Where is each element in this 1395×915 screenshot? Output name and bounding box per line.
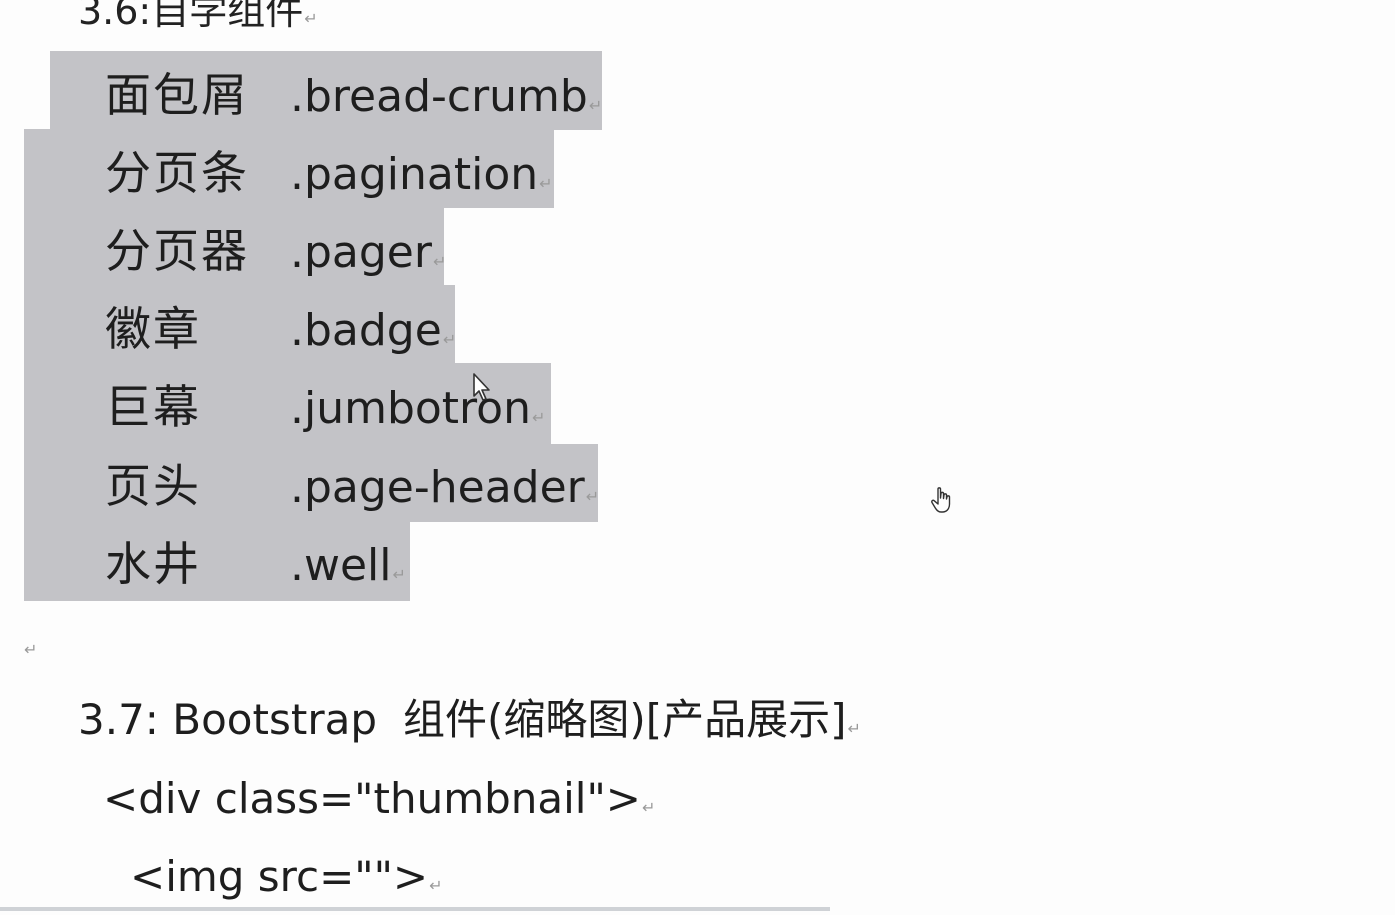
arrow-cursor-icon — [473, 373, 490, 401]
component-name-zh: 徽章 — [105, 302, 201, 356]
component-class: .bread-crumb↵ — [290, 71, 603, 122]
component-class: .pagination↵ — [290, 149, 553, 200]
code-line: <div class="thumbnail">↵ — [103, 774, 656, 823]
component-name-zh: 巨幕 — [105, 380, 201, 434]
component-class: .well↵ — [290, 540, 406, 591]
document-page: 3.6:自学组件↵ 面包屑 .bread-crumb↵ 分页条 .paginat… — [0, 0, 1395, 911]
paragraph-mark: ↵ — [304, 9, 318, 28]
empty-paragraph-mark: ↵ — [24, 640, 38, 659]
bottom-scroll-strip — [0, 907, 830, 911]
list-item[interactable]: 分页器 .pager↵ — [0, 212, 700, 290]
component-name-zh: 水井 — [105, 537, 201, 591]
list-item[interactable]: 面包屑 .bread-crumb↵ — [0, 56, 700, 134]
list-item[interactable]: 徽章 .badge↵ — [0, 290, 700, 368]
component-name-zh: 面包屑 — [105, 68, 249, 122]
code-line: <img src="">↵ — [130, 852, 443, 901]
section-heading-3-6: 3.6:自学组件↵ — [78, 0, 318, 44]
section-number: 3.7: Bootstrap — [78, 695, 377, 744]
component-class: .badge↵ — [290, 305, 457, 356]
component-class: .pager↵ — [290, 227, 447, 278]
heading-text: 3.6:自学组件 — [78, 0, 304, 33]
list-item[interactable]: 巨幕 .jumbotron↵ — [0, 368, 700, 446]
component-name-zh: 页头 — [105, 459, 201, 513]
hand-cursor-icon — [931, 487, 951, 513]
component-name-zh: 分页条 — [105, 146, 249, 200]
section-title-zh: 组件(缩略图)[产品展示] — [402, 695, 847, 744]
component-class: .jumbotron↵ — [290, 383, 546, 434]
list-item[interactable]: 水井 .well↵ — [0, 525, 700, 603]
component-name-zh: 分页器 — [105, 224, 249, 278]
list-item[interactable]: 分页条 .pagination↵ — [0, 134, 700, 212]
component-class: .page-header↵ — [290, 462, 600, 513]
list-item[interactable]: 页头 .page-header↵ — [0, 447, 700, 525]
section-heading-3-7: 3.7: Bootstrap 组件(缩略图)[产品展示]↵ — [78, 695, 861, 744]
